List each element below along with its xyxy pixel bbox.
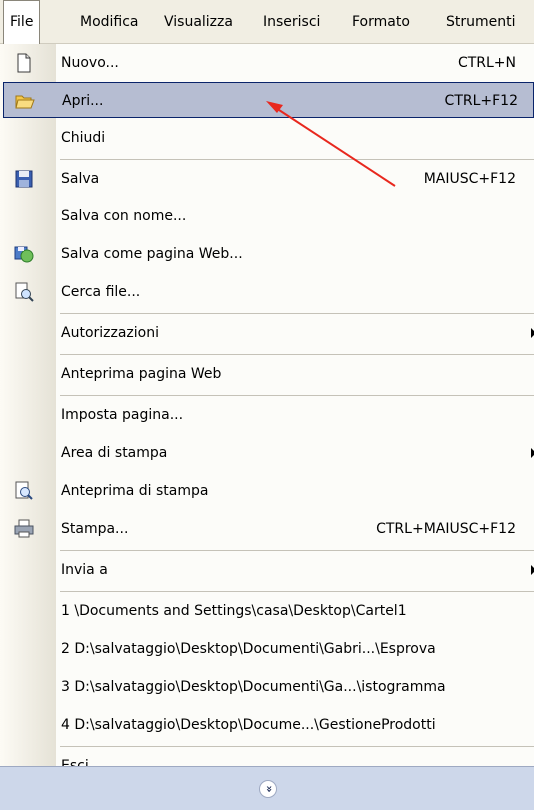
menu-item-label: Area di stampa — [61, 445, 168, 461]
menu-item-apri[interactable]: Apri... CTRL+F12 — [3, 82, 534, 118]
menu-item-salva-con-nome[interactable]: Salva con nome... — [0, 198, 534, 234]
menu-item-label: Anteprima pagina Web — [61, 366, 222, 382]
menu-item-label: 3 D:\salvataggio\Desktop\Documenti\Ga...… — [61, 679, 446, 695]
menu-item-label: 1 \Documents and Settings\casa\Desktop\C… — [61, 603, 407, 619]
save-disk-icon — [15, 170, 33, 188]
menu-item-salva[interactable]: Salva MAIUSC+F12 — [0, 161, 534, 197]
menu-separator — [60, 550, 534, 551]
menu-item-label: Nuovo... — [61, 55, 119, 71]
menu-item-nuovo[interactable]: Nuovo... CTRL+N — [0, 45, 534, 81]
menu-item-recent-4[interactable]: 4 D:\salvataggio\Desktop\Docume...\Gesti… — [0, 707, 534, 743]
menu-item-imposta-pagina[interactable]: Imposta pagina... — [0, 397, 534, 433]
menu-strumenti[interactable]: Strumenti — [440, 0, 522, 44]
menu-separator — [60, 746, 534, 747]
menu-separator — [60, 354, 534, 355]
printer-icon — [14, 519, 34, 538]
menu-item-label: Anteprima di stampa — [61, 483, 209, 499]
menu-item-label: 4 D:\salvataggio\Desktop\Docume...\Gesti… — [61, 717, 436, 733]
menu-item-area-stampa[interactable]: Area di stampa — [0, 435, 534, 471]
menu-inserisci[interactable]: Inserisci — [257, 0, 326, 44]
menu-formato[interactable]: Formato — [346, 0, 416, 44]
menu-item-shortcut: CTRL+MAIUSC+F12 — [376, 521, 516, 537]
menu-item-recent-2[interactable]: 2 D:\salvataggio\Desktop\Documenti\Gabri… — [0, 631, 534, 667]
menu-file[interactable]: File — [3, 0, 41, 45]
menu-item-recent-3[interactable]: 3 D:\salvataggio\Desktop\Documenti\Ga...… — [0, 669, 534, 705]
menu-item-label: Salva — [61, 171, 100, 187]
menu-expand-bar[interactable]: » — [0, 766, 534, 810]
menu-item-label: Apri... — [62, 93, 104, 109]
menu-item-chiudi[interactable]: Chiudi — [0, 120, 534, 156]
new-document-icon — [17, 53, 31, 73]
menu-item-cerca-file[interactable]: Cerca file... — [0, 274, 534, 310]
menu-item-stampa[interactable]: Stampa... CTRL+MAIUSC+F12 — [0, 511, 534, 547]
menu-item-label: Chiudi — [61, 130, 106, 146]
print-preview-icon — [15, 481, 33, 500]
open-folder-icon — [15, 95, 35, 109]
menu-item-label: Cerca file... — [61, 284, 141, 300]
menu-item-invia-a[interactable]: Invia a — [0, 552, 534, 588]
menu-item-label: Salva come pagina Web... — [61, 246, 243, 262]
menu-item-label: Imposta pagina... — [61, 407, 184, 423]
menu-item-recent-1[interactable]: 1 \Documents and Settings\casa\Desktop\C… — [0, 593, 534, 629]
menu-modifica[interactable]: Modifica — [74, 0, 145, 44]
menu-item-shortcut: MAIUSC+F12 — [423, 171, 516, 187]
menu-item-label: Autorizzazioni — [61, 325, 159, 341]
menu-item-label: Stampa... — [61, 521, 129, 537]
save-web-page-icon — [14, 246, 34, 263]
menu-separator — [60, 591, 534, 592]
menu-item-salva-web[interactable]: Salva come pagina Web... — [0, 236, 534, 272]
menu-item-anteprima-stampa[interactable]: Anteprima di stampa — [0, 473, 534, 509]
menu-bar: File Modifica Visualizza Inserisci Forma… — [0, 0, 534, 45]
expand-chevron-icon[interactable]: » — [259, 780, 277, 798]
menu-item-autorizzazioni[interactable]: Autorizzazioni — [0, 315, 534, 351]
menu-item-label: Invia a — [61, 562, 108, 578]
menu-visualizza[interactable]: Visualizza — [158, 0, 239, 44]
menu-item-shortcut: CTRL+F12 — [444, 93, 518, 109]
menu-item-anteprima-web[interactable]: Anteprima pagina Web — [0, 356, 534, 392]
menu-separator — [60, 313, 534, 314]
menu-item-label: Salva con nome... — [61, 208, 187, 224]
menu-item-label: 2 D:\salvataggio\Desktop\Documenti\Gabri… — [61, 641, 436, 657]
file-menu-dropdown: Nuovo... CTRL+N Apri... CTRL+F12 Chiudi … — [0, 44, 534, 809]
menu-item-shortcut: CTRL+N — [457, 55, 516, 71]
menu-separator — [60, 159, 534, 160]
search-file-icon — [15, 282, 34, 302]
menu-separator — [60, 395, 534, 396]
